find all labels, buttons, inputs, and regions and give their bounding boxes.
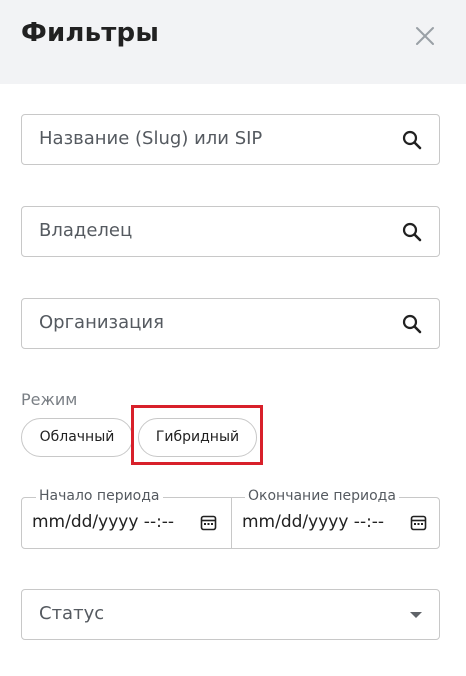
organization-placeholder: Организация <box>39 312 164 333</box>
filters-header: Фильтры <box>0 0 466 84</box>
page-title: Фильтры <box>21 18 160 48</box>
organization-input[interactable]: Организация <box>21 298 440 349</box>
mode-label: Режим <box>21 390 78 409</box>
period-end-input[interactable]: mm/dd/yyyy --:-- <box>242 512 384 532</box>
period-start-input[interactable]: mm/dd/yyyy --:-- <box>32 512 174 532</box>
calendar-icon[interactable] <box>200 514 217 531</box>
name-slug-sip-input[interactable]: Название (Slug) или SIP <box>21 114 440 165</box>
search-icon[interactable] <box>402 130 422 150</box>
period-divider <box>231 497 232 549</box>
mode-chip-cloud[interactable]: Облачный <box>21 418 133 457</box>
search-icon[interactable] <box>402 222 422 242</box>
search-icon[interactable] <box>402 314 422 334</box>
period-start-label: Начало периода <box>36 488 163 504</box>
status-select[interactable]: Статус <box>21 589 440 640</box>
name-slug-sip-placeholder: Название (Slug) или SIP <box>39 128 263 149</box>
chevron-down-icon[interactable] <box>410 612 422 618</box>
close-icon[interactable] <box>412 23 438 49</box>
highlight-box <box>131 405 263 465</box>
status-placeholder: Статус <box>39 603 105 624</box>
owner-placeholder: Владелец <box>39 220 133 241</box>
period-end-label: Окончание периода <box>245 488 399 504</box>
owner-input[interactable]: Владелец <box>21 206 440 257</box>
filters-panel: Фильтры Название (Slug) или SIP Владелец… <box>0 0 466 676</box>
calendar-icon[interactable] <box>410 514 427 531</box>
period-range: Начало периода mm/dd/yyyy --:-- Окончани… <box>21 488 440 549</box>
